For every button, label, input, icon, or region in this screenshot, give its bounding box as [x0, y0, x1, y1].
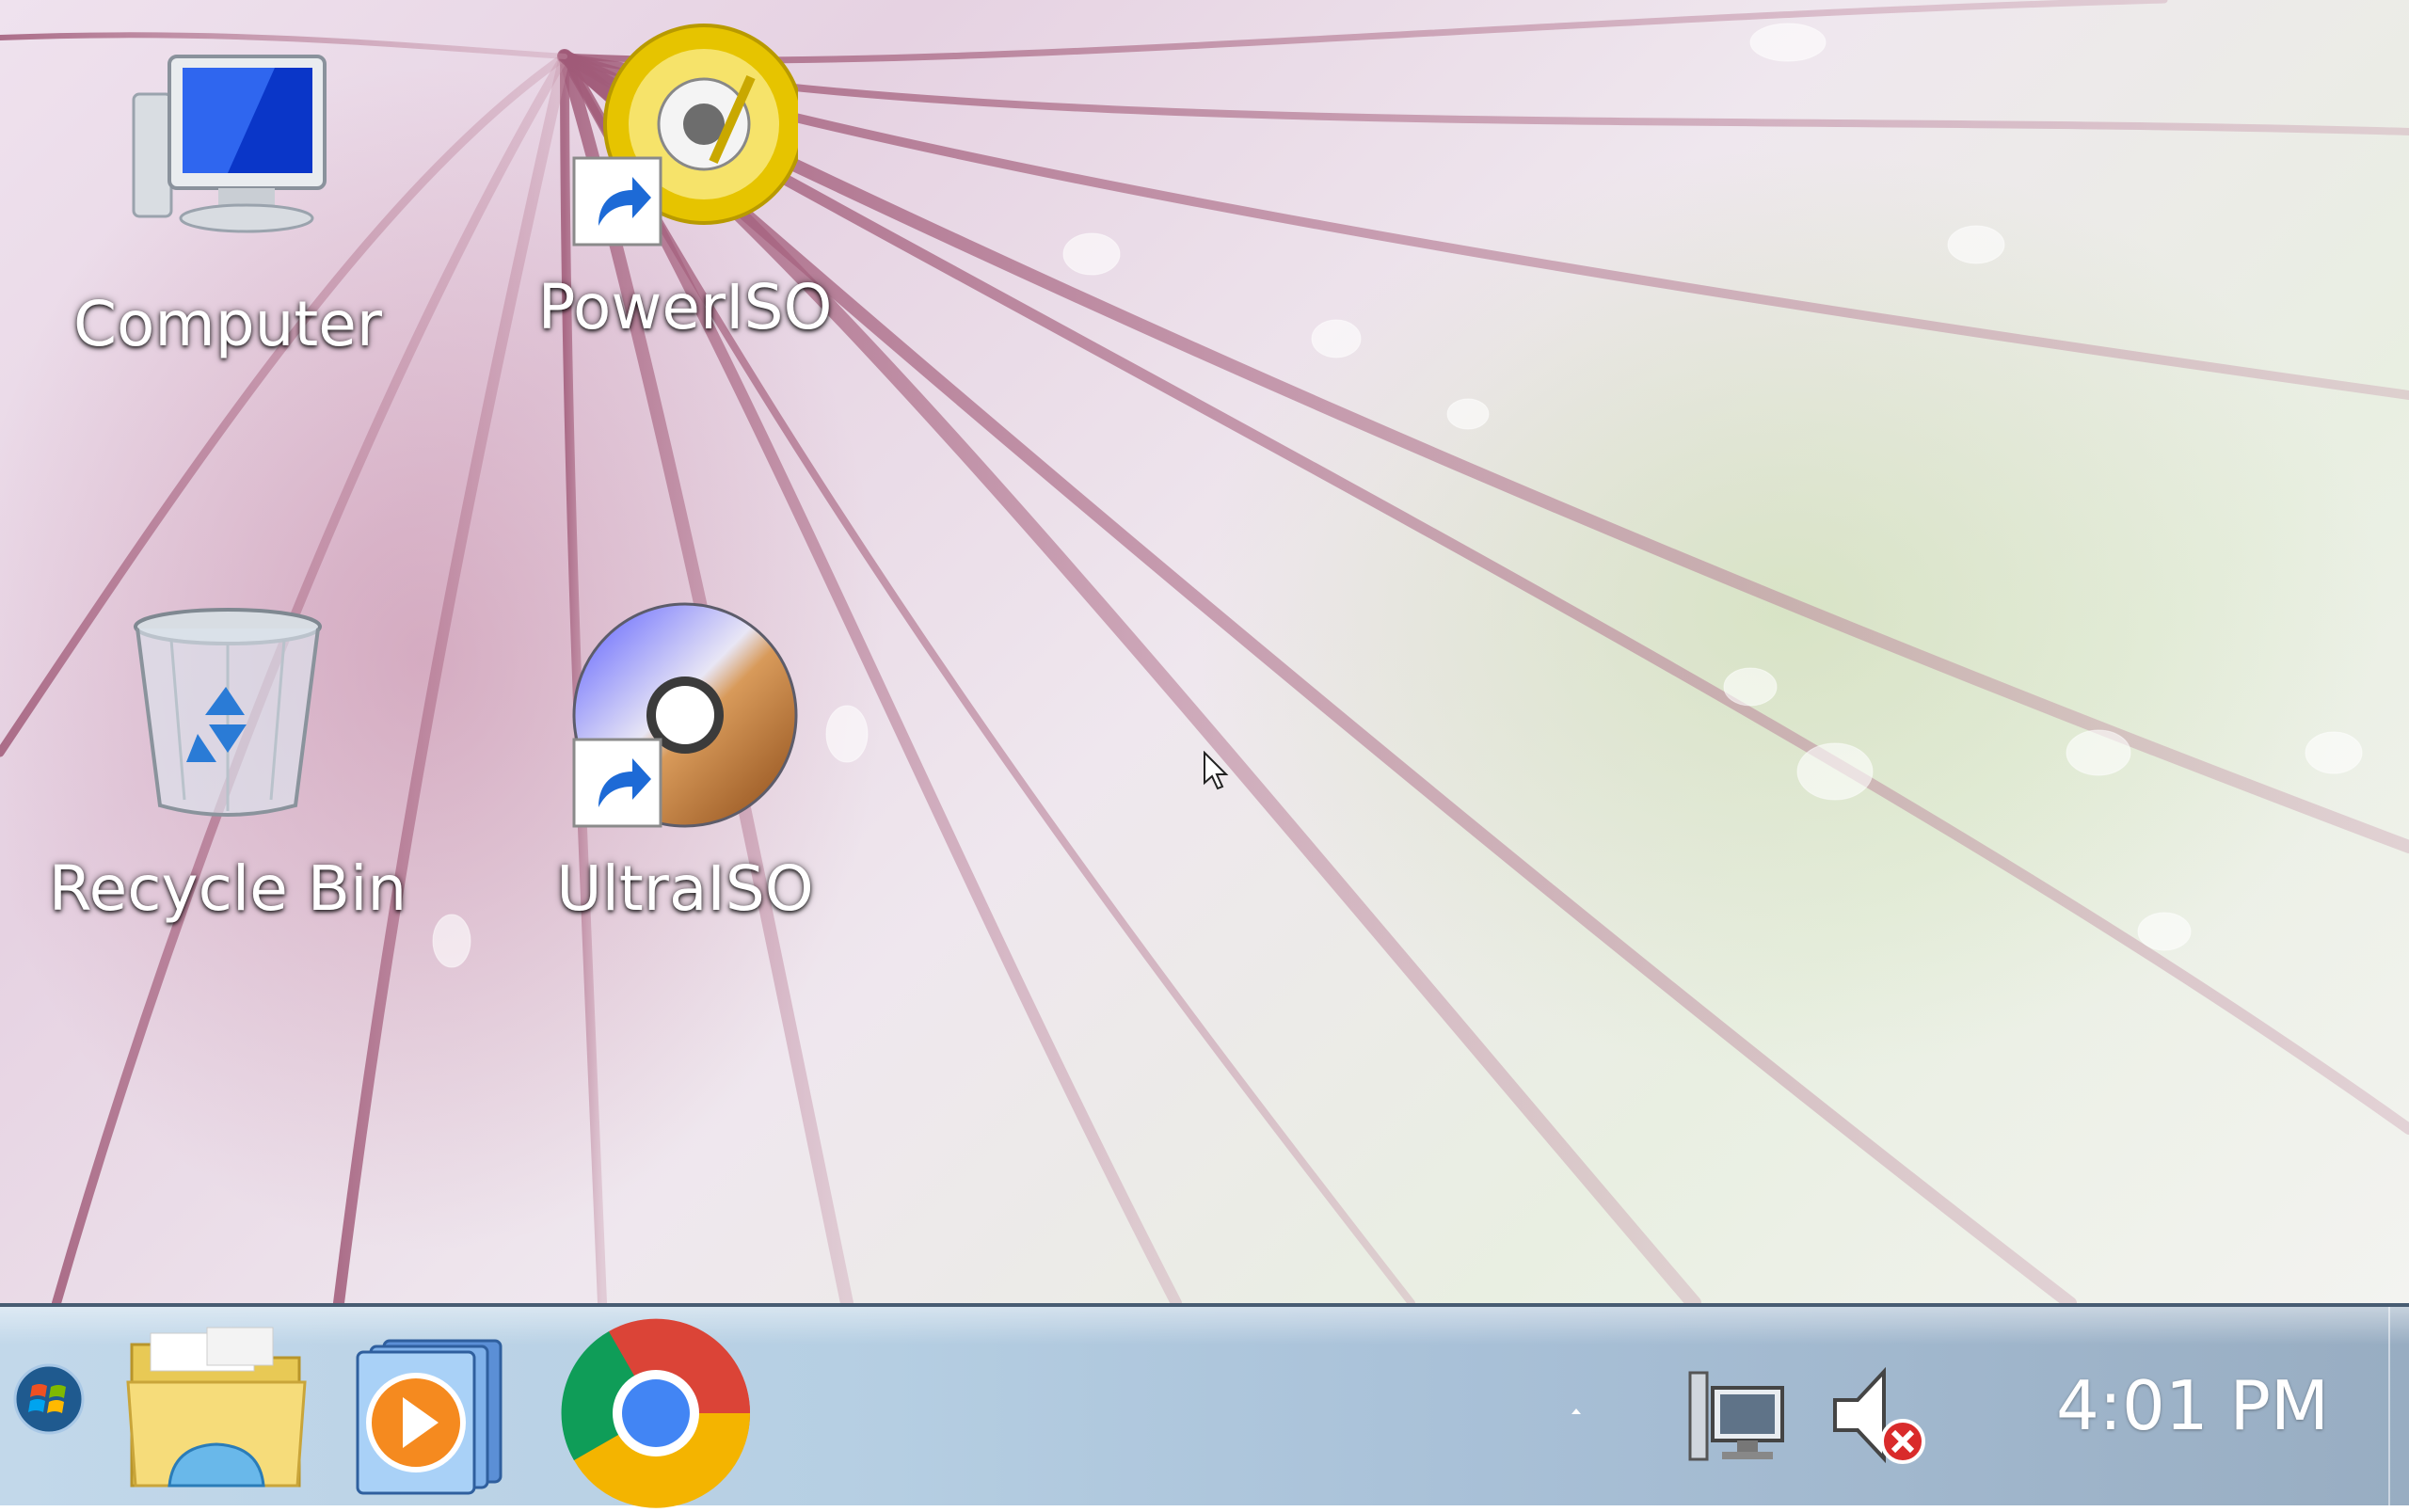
chrome-icon[interactable]	[557, 1314, 755, 1512]
desktop-icon-label: UltraISO	[556, 852, 814, 925]
windows-media-player-icon[interactable]	[350, 1331, 519, 1496]
desktop-icon-label: Recycle Bin	[48, 852, 407, 925]
desktop-icon-computer[interactable]: Computer	[21, 38, 435, 360]
taskbar-clock[interactable]: 4:01 PM	[2023, 1345, 2362, 1467]
desktop-icon-poweriso[interactable]: PowerISO	[478, 21, 892, 343]
desktop-icon-label: Computer	[72, 288, 383, 360]
ultraiso-icon	[572, 602, 798, 828]
shortcut-arrow-icon	[572, 738, 662, 828]
show-desktop-button[interactable]	[2388, 1307, 2409, 1505]
network-icon[interactable]	[1684, 1363, 1788, 1467]
poweriso-icon	[572, 21, 805, 247]
desktop-icon-ultraiso[interactable]: UltraISO	[478, 602, 892, 925]
desktop-icon-label: PowerISO	[537, 271, 833, 343]
desktop-icon-recycle-bin[interactable]: Recycle Bin	[21, 602, 435, 925]
taskbar: 4:01 PM	[0, 1303, 2409, 1508]
recycle-bin-icon	[115, 602, 341, 828]
show-hidden-icons-arrow[interactable]	[1562, 1401, 1590, 1420]
windows-explorer-icon[interactable]	[122, 1326, 311, 1495]
shortcut-arrow-icon	[572, 156, 662, 247]
desktop[interactable]: Computer PowerISO Recycle Bin UltraISO	[0, 0, 2409, 1303]
mouse-pointer-icon	[1204, 751, 1229, 790]
volume-muted-icon[interactable]	[1826, 1359, 1929, 1472]
windows-logo-icon[interactable]	[13, 1363, 85, 1435]
computer-icon	[115, 38, 341, 263]
